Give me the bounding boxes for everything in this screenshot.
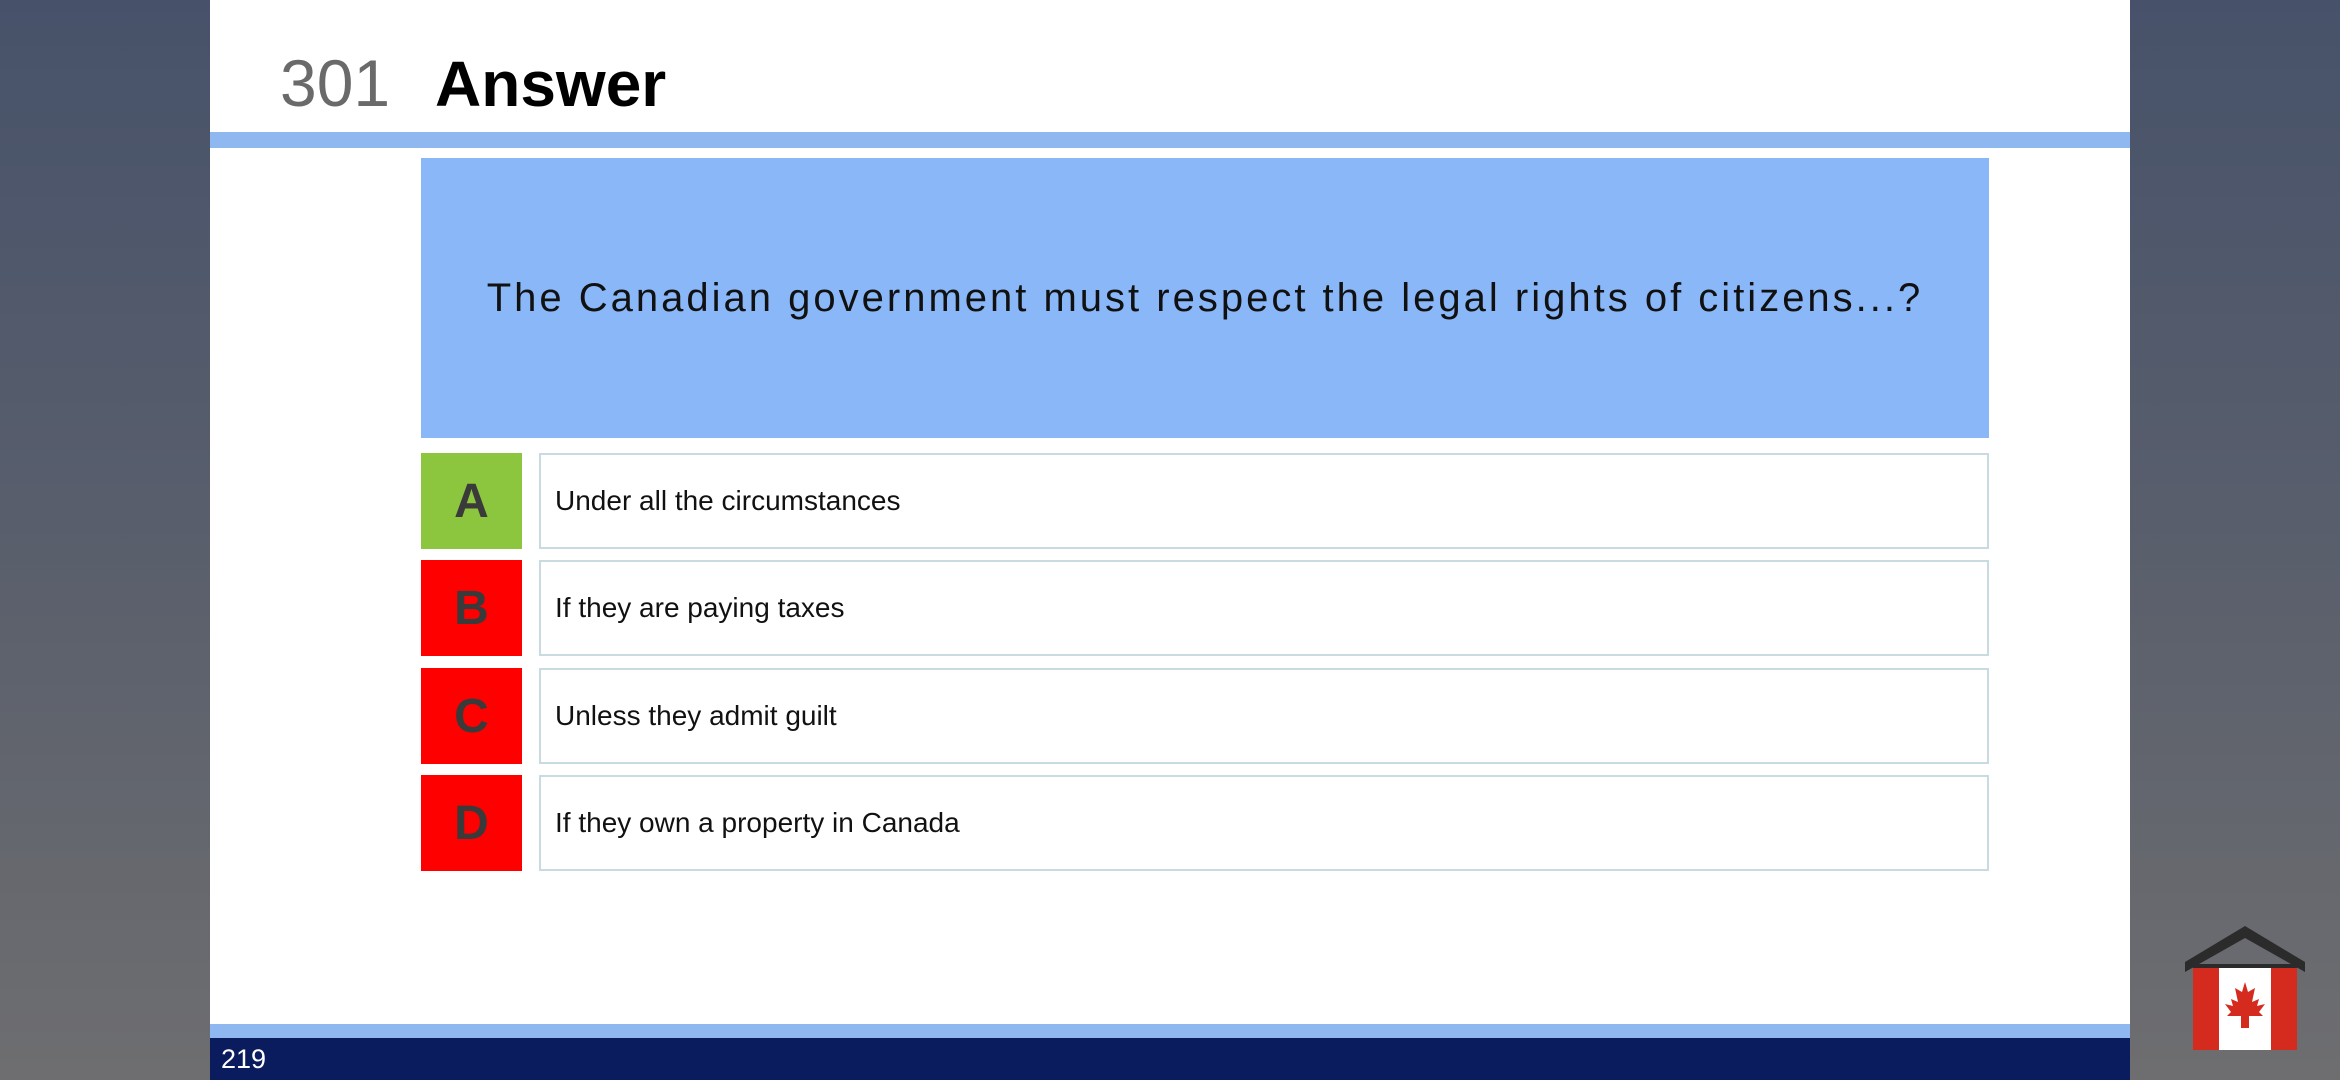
answer-option-b[interactable]: If they are paying taxes xyxy=(539,560,1989,656)
answer-text-a: Under all the circumstances xyxy=(555,485,901,516)
answer-letter-c: C xyxy=(421,668,522,764)
answer-option-d[interactable]: If they own a property in Canada xyxy=(539,775,1989,871)
answer-letter-a: A xyxy=(421,453,522,549)
answer-row-a[interactable]: A Under all the circumstances xyxy=(421,453,1989,549)
footer-bar: 219 xyxy=(210,1038,2130,1080)
header-divider xyxy=(210,132,2130,148)
answer-option-c[interactable]: Unless they admit guilt xyxy=(539,668,1989,764)
question-box: The Canadian government must respect the… xyxy=(421,158,1989,438)
answer-text-d: If they own a property in Canada xyxy=(555,807,960,838)
answer-row-c[interactable]: C Unless they admit guilt xyxy=(421,668,1989,764)
answer-row-d[interactable]: D If they own a property in Canada xyxy=(421,775,1989,871)
footer-divider xyxy=(210,1024,2130,1038)
answer-option-a[interactable]: Under all the circumstances xyxy=(539,453,1989,549)
answer-row-b[interactable]: B If they are paying taxes xyxy=(421,560,1989,656)
answer-text-b: If they are paying taxes xyxy=(555,592,845,623)
slide-number: 301 xyxy=(280,46,391,120)
answer-letter-d: D xyxy=(421,775,522,871)
right-background xyxy=(2130,0,2340,1080)
page-number: 219 xyxy=(221,1044,267,1074)
answer-text-c: Unless they admit guilt xyxy=(555,700,837,731)
slide-title: Answer xyxy=(435,48,667,120)
slide-header: 301 Answer xyxy=(210,0,2130,132)
answer-letter-b: B xyxy=(421,560,522,656)
question-text: The Canadian government must respect the… xyxy=(486,275,1924,320)
slide: 301 Answer The Canadian government must … xyxy=(210,0,2130,1080)
left-background xyxy=(0,0,210,1080)
house-with-canadian-flag-icon xyxy=(2183,924,2307,1050)
